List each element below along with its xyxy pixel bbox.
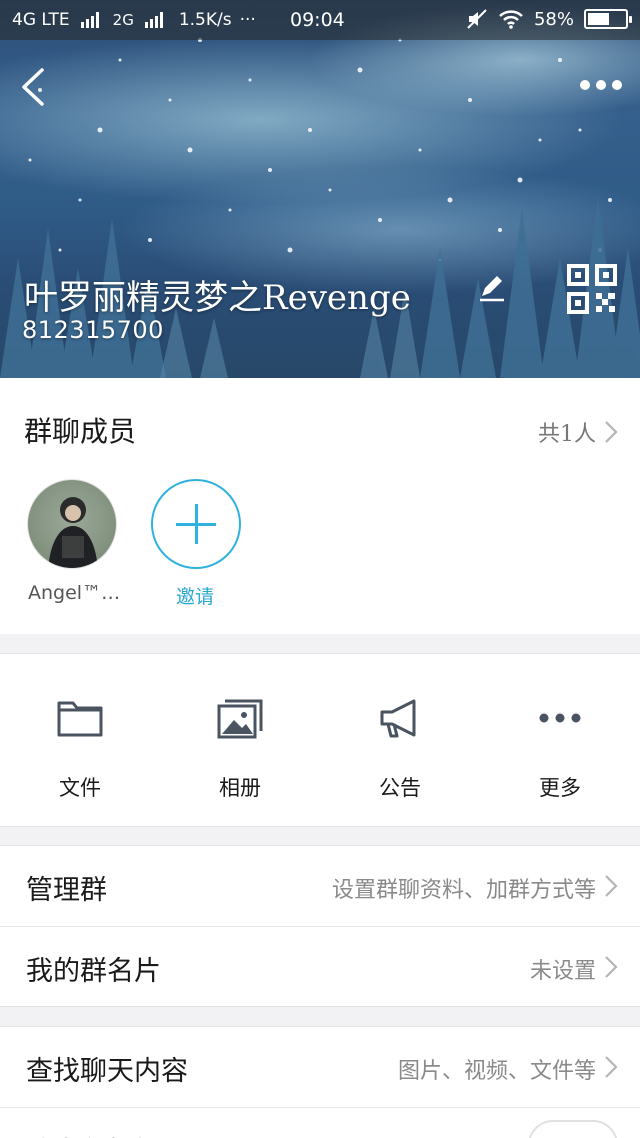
photo-album-icon (217, 699, 263, 739)
signal-bars-icon (80, 12, 99, 28)
my-group-card-value: 未设置 (529, 959, 596, 984)
group-header-banner: 4G LTE 2G 1.5K/s ··· 09:04 58% 叶罗丽精灵梦之Re… (0, 0, 640, 378)
members-title: 群聊成员 (24, 415, 137, 448)
invite-label[interactable]: 邀请 (176, 582, 214, 609)
quick-actions: 文件 相册 公告 更多 (0, 653, 640, 827)
wifi-icon (499, 10, 523, 29)
network-type-1: 4G LTE (12, 10, 70, 30)
battery-level (588, 13, 609, 25)
status-bar: 4G LTE 2G 1.5K/s ··· 09:04 58% (0, 0, 640, 40)
announcement-label: 公告 (379, 776, 421, 800)
status-dots: ··· (239, 10, 256, 30)
more-menu-icon[interactable] (576, 70, 626, 100)
members-section: 群聊成员 共1人 Angel™… 邀请 (0, 378, 640, 634)
more-dots-icon (539, 713, 581, 723)
my-group-card-title: 我的群名片 (26, 956, 161, 987)
do-not-disturb-title: 消息免打扰 (26, 1130, 161, 1138)
member-photo (48, 497, 98, 568)
files-label: 文件 (59, 776, 101, 800)
chevron-right-icon (605, 1056, 618, 1078)
album-label: 相册 (219, 776, 261, 800)
avatar[interactable] (27, 479, 117, 569)
member-name: Angel™… (28, 582, 121, 604)
chat-settings-list: 查找聊天内容 图片、视频、文件等 消息免打扰 (0, 1026, 640, 1138)
files-action[interactable]: 文件 (0, 654, 160, 828)
announcement-action[interactable]: 公告 (320, 654, 480, 828)
my-group-card-row[interactable]: 我的群名片 未设置 (0, 926, 640, 1006)
members-chevron-icon[interactable] (604, 420, 618, 444)
edit-pencil-icon[interactable] (476, 272, 508, 304)
network-speed: 1.5K/s (178, 10, 232, 30)
invite-button[interactable] (151, 479, 241, 569)
manage-group-value: 设置群聊资料、加群方式等 (331, 878, 596, 903)
clock: 09:04 (290, 9, 345, 31)
battery-percent: 58% (533, 8, 574, 30)
group-settings-list: 管理群 设置群聊资料、加群方式等 我的群名片 未设置 (0, 845, 640, 1007)
more-action[interactable]: 更多 (480, 654, 640, 828)
search-chat-row[interactable]: 查找聊天内容 图片、视频、文件等 (0, 1027, 640, 1107)
back-chevron-icon[interactable] (14, 62, 54, 112)
folder-icon (57, 701, 103, 737)
members-count[interactable]: 共1人 (538, 416, 596, 448)
search-chat-title: 查找聊天内容 (26, 1056, 188, 1087)
battery-icon (584, 9, 632, 29)
manage-group-row[interactable]: 管理群 设置群聊资料、加群方式等 (0, 846, 640, 926)
manage-group-title: 管理群 (26, 875, 107, 906)
qr-code-icon[interactable] (566, 263, 618, 315)
group-name: 叶罗丽精灵梦之Revenge (24, 278, 411, 318)
chevron-right-icon (605, 875, 618, 897)
group-id: 812315700 (22, 316, 164, 344)
album-action[interactable]: 相册 (160, 654, 320, 828)
chevron-right-icon (605, 956, 618, 978)
mute-icon (467, 9, 487, 29)
do-not-disturb-row: 消息免打扰 (0, 1107, 640, 1138)
signal-bars-2-icon (144, 12, 163, 28)
network-type-2: 2G (112, 11, 134, 29)
megaphone-icon (380, 699, 416, 738)
more-label: 更多 (539, 776, 581, 800)
do-not-disturb-toggle[interactable] (528, 1120, 618, 1138)
search-chat-value: 图片、视频、文件等 (397, 1059, 596, 1084)
